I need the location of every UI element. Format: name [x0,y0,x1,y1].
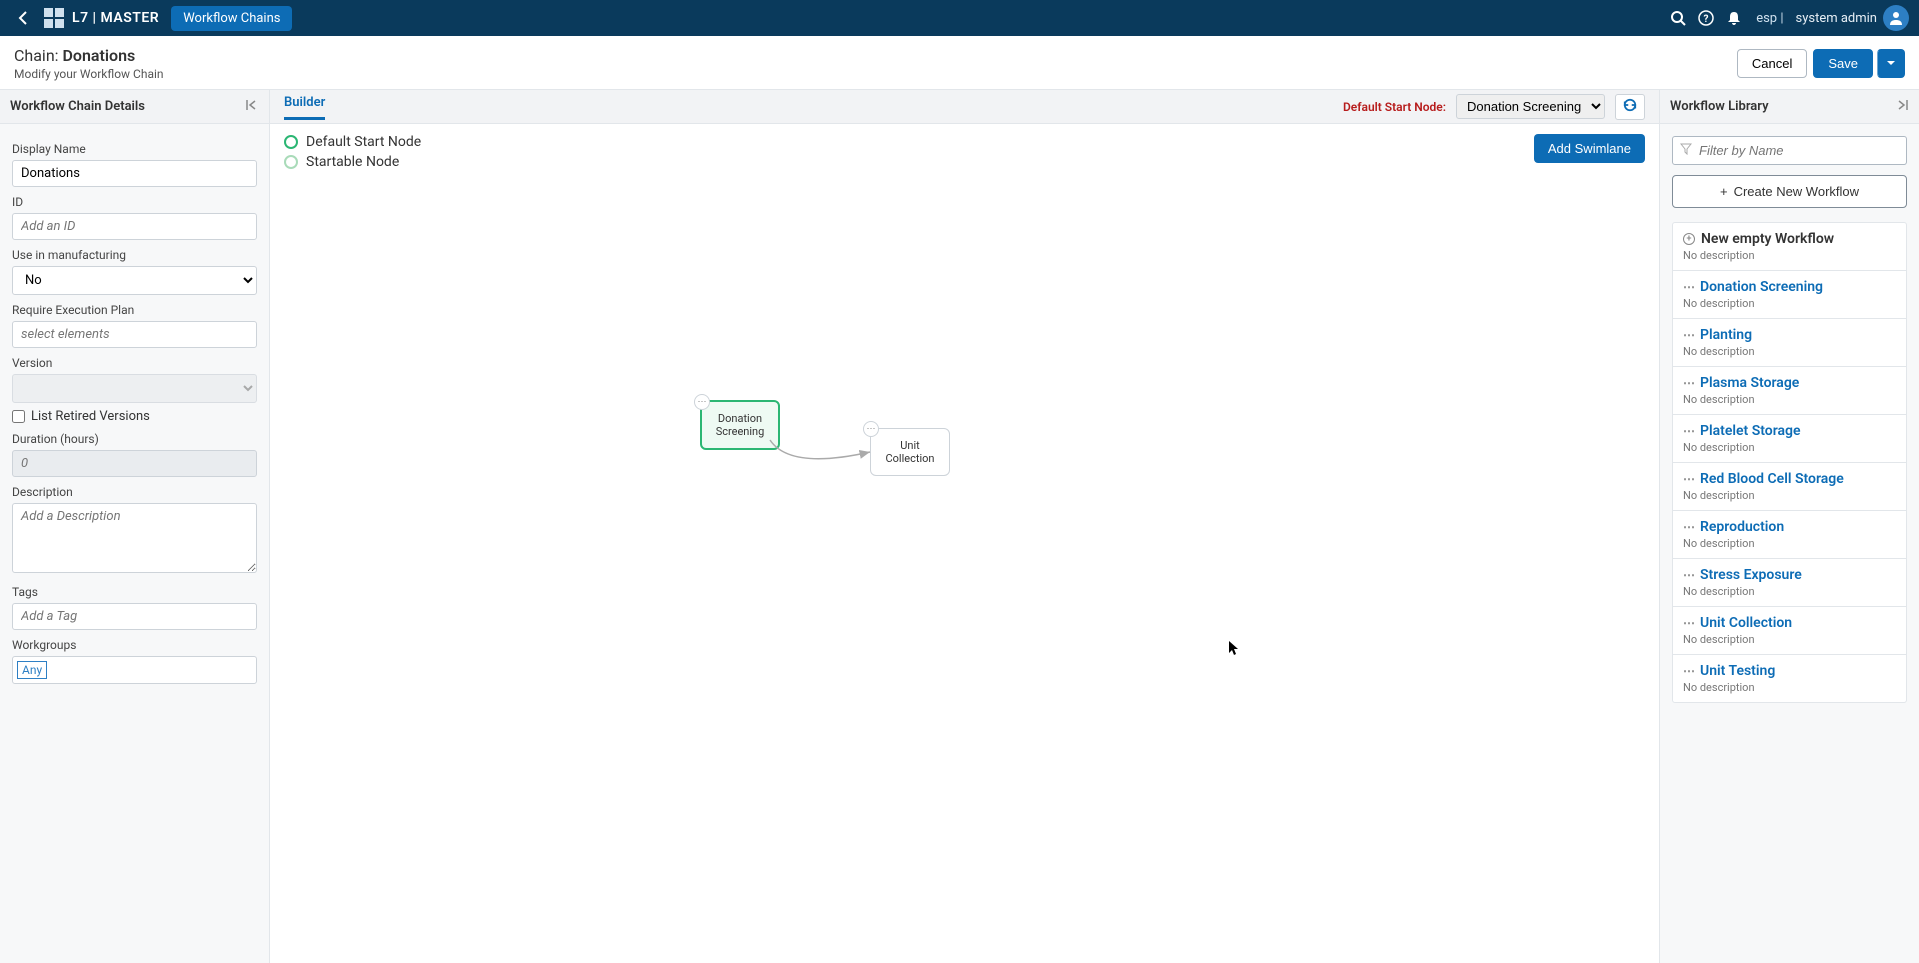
duration-label: Duration (hours) [12,432,257,446]
notifications-button[interactable] [1720,4,1748,32]
subheader: Chain: Donations Modify your Workflow Ch… [0,36,1919,90]
tags-label: Tags [12,585,257,599]
legend: Default Start Node Startable Node [284,134,421,170]
user-avatar[interactable] [1883,5,1909,31]
drag-icon: ⋯ [1683,616,1694,630]
version-label: Version [12,356,257,370]
filter-input[interactable] [1672,136,1907,165]
refresh-button[interactable] [1615,94,1645,120]
help-icon: ? [1698,10,1714,26]
canvas[interactable]: ⋯ Donation Screening ⋯ Unit Collection [270,170,1659,963]
description-label: Description [12,485,257,499]
help-button[interactable]: ? [1692,4,1720,32]
workgroups-tag-any[interactable]: Any [17,661,47,679]
page-subtitle: Modify your Workflow Chain [14,67,164,81]
require-execution-label: Require Execution Plan [12,303,257,317]
collapse-right-button[interactable] [1895,98,1909,116]
node-unit-collection[interactable]: ⋯ Unit Collection [870,428,950,476]
version-select[interactable] [12,374,257,403]
context-pill[interactable]: Workflow Chains [171,6,292,31]
tags-input[interactable] [12,603,257,630]
workgroups-label: Workgroups [12,638,257,652]
builder-header: Builder Default Start Node: Donation Scr… [270,90,1659,124]
drag-icon: ⋯ [1683,472,1694,486]
workflow-item[interactable]: ⋯Stress Exposure No description [1673,559,1906,607]
display-name-label: Display Name [12,142,257,156]
drag-icon: ⋯ [1683,424,1694,438]
cancel-button[interactable]: Cancel [1737,49,1807,78]
user-icon [1888,10,1904,26]
workflow-item[interactable]: ⋯Unit Testing No description [1673,655,1906,702]
chevron-left-icon [16,10,32,26]
workgroups-input[interactable]: Any [12,656,257,684]
list-retired-checkbox[interactable] [12,410,25,423]
node-donation-screening[interactable]: ⋯ Donation Screening [700,400,780,450]
filter-icon [1680,143,1692,159]
id-label: ID [12,195,257,209]
workflow-item[interactable]: ⋯Platelet Storage No description [1673,415,1906,463]
description-input[interactable] [12,503,257,573]
list-retired-label: List Retired Versions [31,409,150,424]
id-input[interactable] [12,213,257,240]
workflow-item[interactable]: ⋯Red Blood Cell Storage No description [1673,463,1906,511]
plus-icon: + [1720,184,1728,199]
language-selector[interactable]: esp | [1756,11,1783,26]
node-menu-button[interactable]: ⋯ [694,394,710,410]
bell-icon [1726,10,1742,26]
collapse-left-icon [245,98,259,112]
save-button[interactable]: Save [1813,49,1873,78]
add-swimlane-button[interactable]: Add Swimlane [1534,134,1645,163]
user-name[interactable]: system admin [1796,11,1878,26]
details-panel: Workflow Chain Details Display Name ID U… [0,90,270,963]
use-manufacturing-label: Use in manufacturing [12,248,257,262]
default-start-node-label: Default Start Node: [1343,100,1446,114]
workflow-item[interactable]: ⋯Reproduction No description [1673,511,1906,559]
plus-circle-icon: + [1683,233,1695,245]
default-start-node-select[interactable]: Donation Screening [1456,94,1605,119]
drag-icon: ⋯ [1683,664,1694,678]
collapse-left-button[interactable] [245,98,259,116]
collapse-right-icon [1895,98,1909,112]
search-icon [1670,10,1686,26]
drag-icon: ⋯ [1683,520,1694,534]
svg-text:?: ? [1704,14,1709,25]
drag-icon: ⋯ [1683,328,1694,342]
workflow-list: +New empty Workflow No description ⋯Dona… [1672,222,1907,703]
node-menu-button[interactable]: ⋯ [863,421,879,437]
require-execution-input[interactable] [12,321,257,348]
workflow-item[interactable]: ⋯Plasma Storage No description [1673,367,1906,415]
brand-name: L7 | MASTER [72,10,159,26]
drag-icon: ⋯ [1683,280,1694,294]
library-panel: Workflow Library + Create New Workflow +… [1659,90,1919,963]
duration-input [12,450,257,477]
create-workflow-button[interactable]: + Create New Workflow [1672,175,1907,208]
search-button[interactable] [1664,4,1692,32]
back-button[interactable] [10,4,38,32]
workflow-item[interactable]: ⋯Donation Screening No description [1673,271,1906,319]
use-manufacturing-select[interactable]: No [12,266,257,295]
default-start-legend-icon [284,135,298,149]
refresh-icon [1623,98,1637,112]
caret-down-icon [1886,58,1896,68]
startable-legend-icon [284,155,298,169]
workflow-item[interactable]: ⋯Unit Collection No description [1673,607,1906,655]
details-panel-header: Workflow Chain Details [0,90,269,124]
topbar: L7 | MASTER Workflow Chains ? esp | syst… [0,0,1919,36]
workflow-item-new[interactable]: +New empty Workflow No description [1673,223,1906,271]
page-title: Chain: Donations [14,46,164,65]
default-start-legend-label: Default Start Node [306,134,421,150]
app-grid-icon[interactable] [44,8,64,28]
workflow-item[interactable]: ⋯Planting No description [1673,319,1906,367]
save-dropdown-button[interactable] [1877,49,1905,78]
library-panel-header: Workflow Library [1660,90,1919,124]
drag-icon: ⋯ [1683,568,1694,582]
display-name-input[interactable] [12,160,257,187]
startable-legend-label: Startable Node [306,154,399,170]
drag-icon: ⋯ [1683,376,1694,390]
builder-panel: Builder Default Start Node: Donation Scr… [270,90,1659,963]
tab-builder[interactable]: Builder [284,95,325,120]
cursor-icon [1228,640,1240,660]
